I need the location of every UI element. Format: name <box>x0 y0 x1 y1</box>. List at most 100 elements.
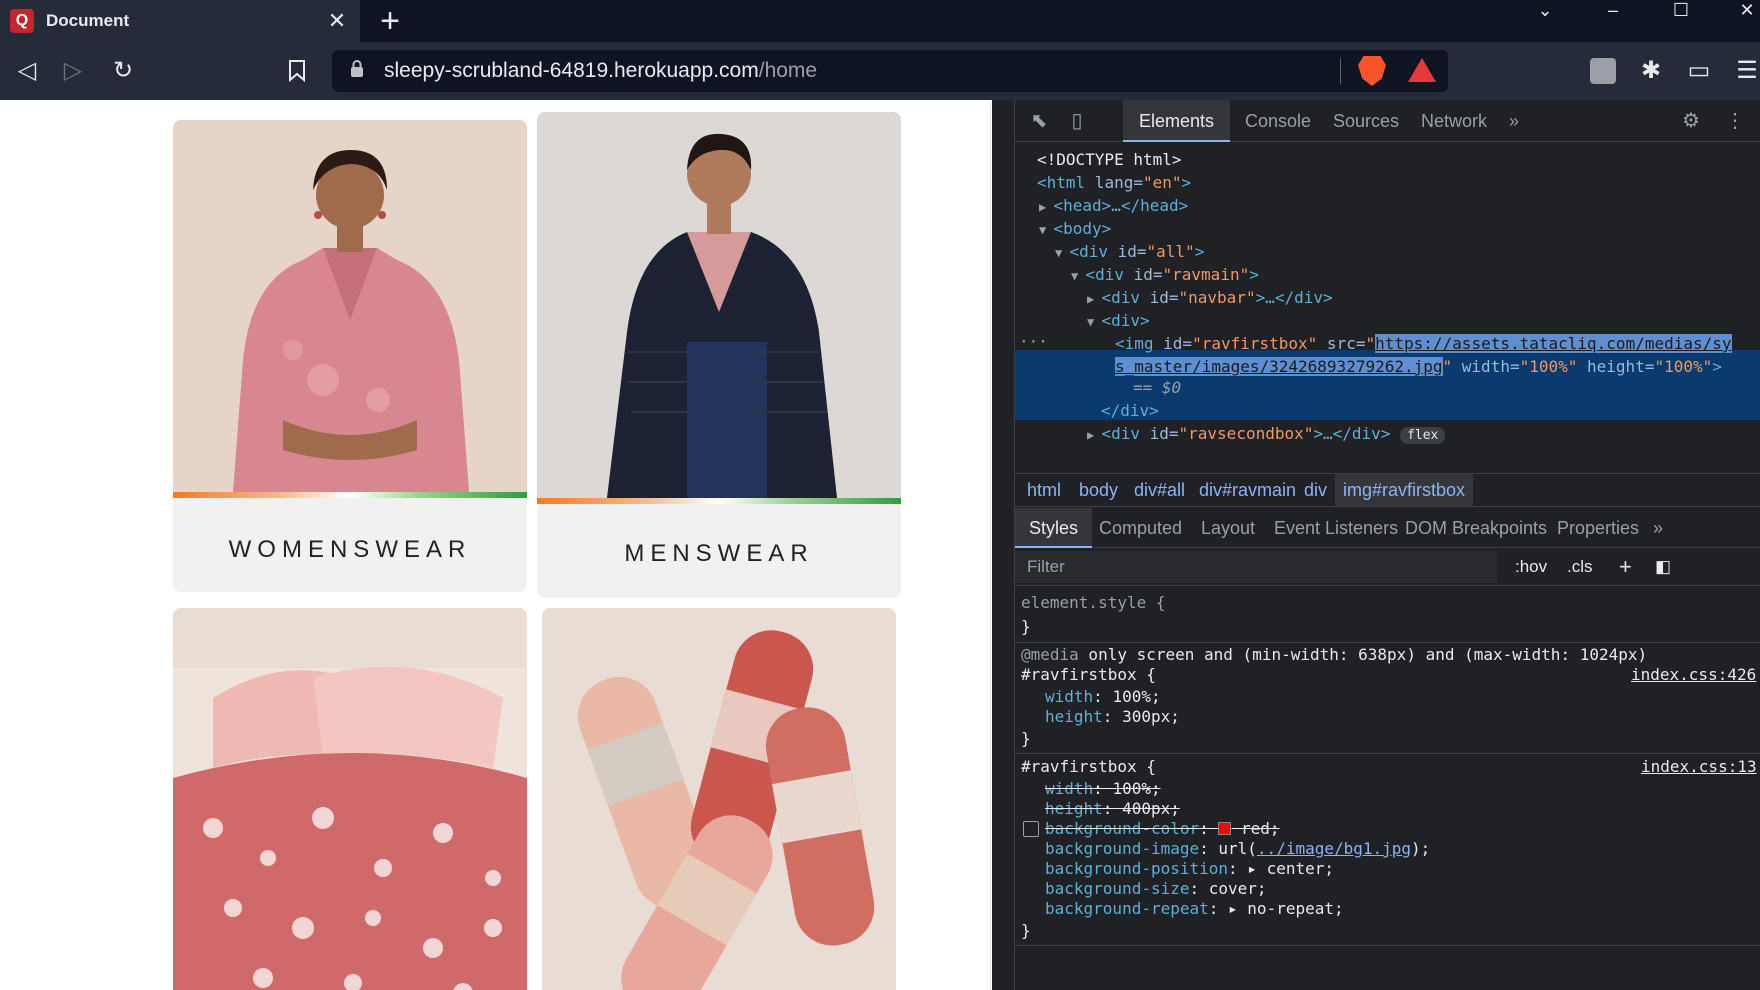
extensions-icon[interactable]: ✱ <box>1634 54 1668 88</box>
rule2-width-overridden[interactable]: width: 100%; <box>1045 779 1161 799</box>
tab-bar: Q Document ✕ + ⌄ – ☐ ✕ <box>0 0 1760 42</box>
category-card-menswear[interactable]: MENSWEAR <box>537 112 901 598</box>
inspect-element-icon[interactable]: ⬉ <box>1025 108 1053 134</box>
dom-line-div-ravsecondbox[interactable]: ▶ <div id="ravsecondbox">…</div> flex <box>1087 421 1446 445</box>
dom-line-div-close[interactable]: </div> <box>1101 398 1159 422</box>
subtab-properties[interactable]: Properties <box>1557 508 1639 548</box>
close-window-icon[interactable]: ✕ <box>1732 0 1760 22</box>
address-bar[interactable]: sleepy-scrubland-64819.herokuapp.com/hom… <box>332 50 1448 92</box>
styles-filter-input[interactable]: Filter <box>1015 551 1497 583</box>
collapse-triangle-icon[interactable]: ▼ <box>1087 315 1101 329</box>
dom-line-img-2[interactable]: s_master/images/32426893279262.jpg" widt… <box>1115 354 1722 378</box>
img-src-link[interactable]: https://assets.tatacliq.com/medias/sy <box>1375 334 1732 353</box>
breadcrumb-div-ravmain[interactable]: div#ravmain <box>1199 474 1296 506</box>
category-card-footwear[interactable] <box>542 608 896 990</box>
rule2-background-repeat[interactable]: background-repeat: ▸ no-repeat; <box>1045 899 1344 919</box>
maximize-icon[interactable]: ☐ <box>1666 0 1696 22</box>
dom-line-img-1[interactable]: <img id="ravfirstbox" src="https://asset… <box>1115 331 1732 355</box>
dom-line-div-ravmain[interactable]: ▼ <div id="ravmain"> <box>1071 262 1259 286</box>
hov-toggle[interactable]: :hov <box>1515 548 1547 586</box>
dom-ellipsis-icon[interactable]: ··· <box>1019 329 1048 353</box>
dom-line-head[interactable]: ▶ <head>…</head> <box>1039 193 1188 217</box>
tab-sources[interactable]: Sources <box>1317 100 1415 142</box>
breadcrumb-div-all[interactable]: div#all <box>1134 474 1185 506</box>
styles-filter-bar: Filter :hov .cls + ◧ <box>1015 548 1760 586</box>
minimize-icon[interactable]: – <box>1598 0 1628 22</box>
dom-line-doctype[interactable]: <!DOCTYPE html> <box>1037 147 1182 171</box>
flex-badge[interactable]: flex <box>1400 427 1446 444</box>
rule2-background-color[interactable]: background-color: red; <box>1045 819 1280 839</box>
tab-elements[interactable]: Elements <box>1123 100 1231 142</box>
browser-tab[interactable]: Q Document ✕ <box>0 0 360 42</box>
web-page: WOMENSWEAR MENSWEAR <box>0 100 992 990</box>
expand-triangle-icon[interactable]: ▶ <box>1039 200 1053 214</box>
rule2-selector[interactable]: #ravfirstbox { <box>1021 757 1156 777</box>
subtab-dom-breakpoints[interactable]: DOM Breakpoints <box>1405 508 1547 548</box>
dom-line-div[interactable]: ▼ <div> <box>1087 308 1150 332</box>
more-subtabs-icon[interactable]: » <box>1653 508 1663 548</box>
forward-icon[interactable]: ▷ <box>56 54 90 88</box>
styles-subtabs: Styles Computed Layout Event Listeners D… <box>1015 508 1760 548</box>
wallet-icon[interactable]: ▭ <box>1682 54 1716 88</box>
rule2-source-link[interactable]: index.css:13 <box>1641 757 1757 777</box>
collapse-triangle-icon[interactable]: ▼ <box>1071 269 1085 283</box>
dom-line-html[interactable]: <html lang="en"> <box>1037 170 1191 194</box>
expand-triangle-icon[interactable]: ▶ <box>1087 428 1101 442</box>
tricolor-stripe <box>537 498 901 504</box>
dom-line-div-navbar[interactable]: ▶ <div id="navbar">…</div> <box>1087 285 1333 309</box>
expand-triangle-icon[interactable]: ▶ <box>1087 292 1101 306</box>
rule1-height[interactable]: height: 300px; <box>1045 707 1180 727</box>
rule2-background-size[interactable]: background-size: cover; <box>1045 879 1267 899</box>
subtab-layout[interactable]: Layout <box>1201 508 1255 548</box>
settings-gear-icon[interactable]: ⚙ <box>1677 108 1705 134</box>
category-card-womenswear[interactable]: WOMENSWEAR <box>173 120 527 592</box>
brave-rewards-icon[interactable] <box>1408 58 1436 82</box>
subtab-computed[interactable]: Computed <box>1099 508 1182 548</box>
womenswear-image <box>173 120 527 492</box>
tab-search-icon[interactable]: ⌄ <box>1530 0 1560 22</box>
new-tab-button[interactable]: + <box>372 2 408 40</box>
brave-shields-icon[interactable] <box>1358 56 1386 86</box>
navigation-bar: ◁ ▷ ↻ sleepy-scrubland-64819.herokuapp.c… <box>0 42 1760 100</box>
kebab-menu-icon[interactable]: ⋮ <box>1721 108 1749 134</box>
category-card-home[interactable] <box>173 608 527 990</box>
bookmark-icon[interactable] <box>280 54 314 88</box>
subtab-styles[interactable]: Styles <box>1015 508 1093 548</box>
dom-line-div-all[interactable]: ▼ <div id="all"> <box>1055 239 1204 263</box>
tab-network[interactable]: Network <box>1405 100 1503 142</box>
rule-divider <box>1015 642 1760 643</box>
toggle-sidebar-icon[interactable]: ◧ <box>1655 548 1671 586</box>
media-query: @media only screen and (min-width: 638px… <box>1021 645 1648 664</box>
collapse-triangle-icon[interactable]: ▼ <box>1055 246 1069 260</box>
img-src-link-cont[interactable]: s_master/images/32426893279262.jpg <box>1115 357 1443 376</box>
rule1-source-link[interactable]: index.css:426 <box>1631 665 1756 685</box>
breadcrumb-div[interactable]: div <box>1304 474 1327 506</box>
breadcrumb-img-ravfirstbox[interactable]: img#ravfirstbox <box>1335 474 1474 506</box>
rule-divider <box>1015 753 1760 754</box>
new-style-rule-icon[interactable]: + <box>1619 548 1632 586</box>
collapse-triangle-icon[interactable]: ▼ <box>1039 223 1053 237</box>
tab-console[interactable]: Console <box>1229 100 1327 142</box>
reload-icon[interactable]: ↻ <box>106 54 140 88</box>
bg-image-link[interactable]: ../image/bg1.jpg <box>1257 839 1411 858</box>
profile-icon[interactable] <box>1586 54 1620 88</box>
device-toolbar-icon[interactable]: ▯ <box>1063 108 1091 134</box>
element-style-selector[interactable]: element.style { <box>1021 593 1166 613</box>
color-swatch-icon[interactable] <box>1218 822 1232 835</box>
rule1-width[interactable]: width: 100%; <box>1045 687 1161 707</box>
menu-icon[interactable]: ☰ <box>1730 54 1760 88</box>
rule2-height-overridden[interactable]: height: 400px; <box>1045 799 1180 819</box>
back-icon[interactable]: ◁ <box>10 54 44 88</box>
property-checkbox[interactable] <box>1023 821 1039 837</box>
subtab-event-listeners[interactable]: Event Listeners <box>1274 508 1398 548</box>
breadcrumb-html[interactable]: html <box>1027 474 1061 506</box>
rule1-selector[interactable]: #ravfirstbox { <box>1021 665 1156 685</box>
rule2-background-image[interactable]: background-image: url(../image/bg1.jpg); <box>1045 839 1430 859</box>
more-tabs-icon[interactable]: » <box>1493 100 1535 142</box>
page-scrollbar[interactable] <box>990 100 992 990</box>
close-tab-icon[interactable]: ✕ <box>322 8 352 34</box>
dom-line-body[interactable]: ▼ <body> <box>1039 216 1111 240</box>
cls-toggle[interactable]: .cls <box>1567 548 1593 586</box>
breadcrumb-body[interactable]: body <box>1079 474 1118 506</box>
rule2-background-position[interactable]: background-position: ▸ center; <box>1045 859 1334 879</box>
